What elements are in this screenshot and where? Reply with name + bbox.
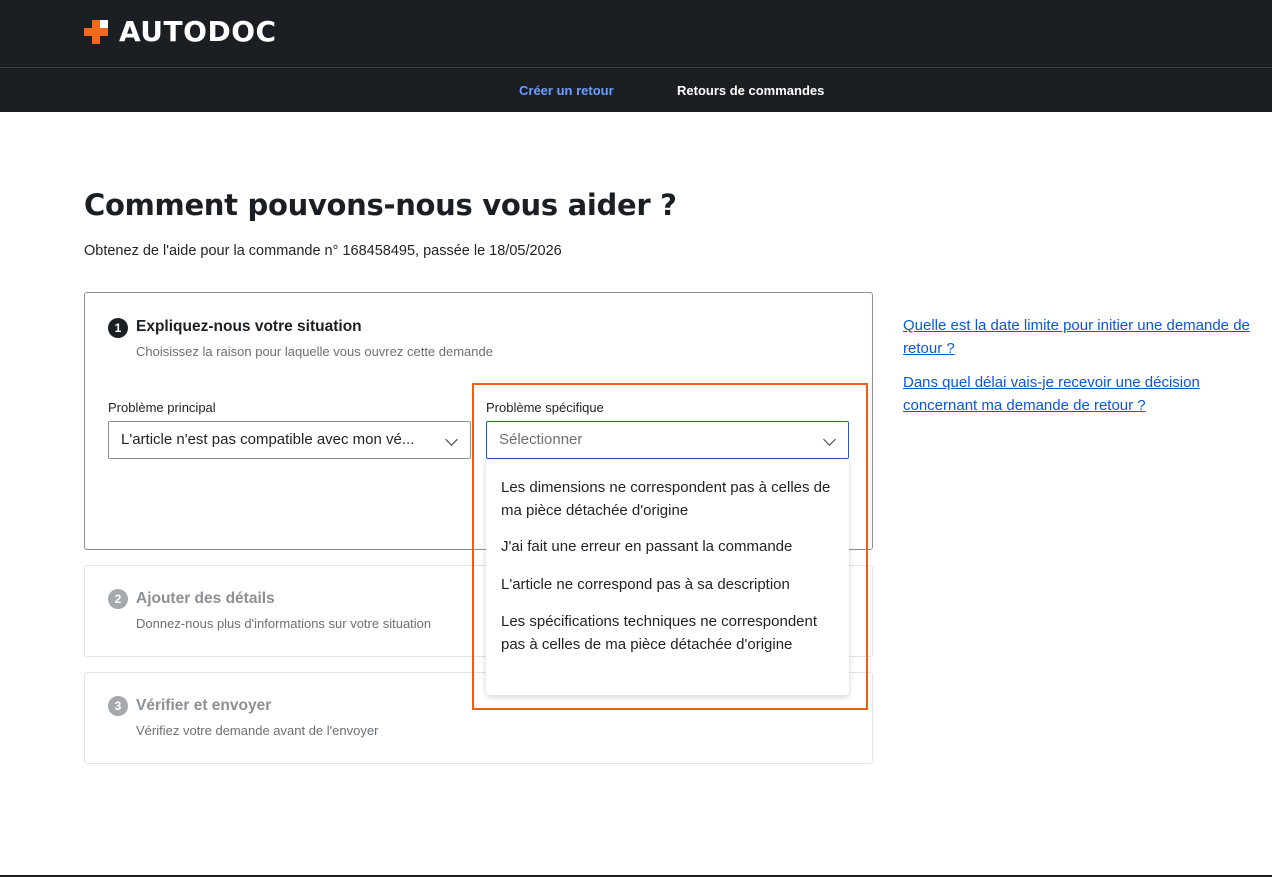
step-number-badge: 3 bbox=[108, 696, 128, 716]
faq-link-text: Quelle est la date limite pour initier u… bbox=[903, 317, 1250, 357]
step-title: Vérifier et envoyer bbox=[136, 697, 272, 714]
step-title: Ajouter des détails bbox=[136, 590, 275, 607]
step-description: Vérifiez votre demande avant de l'envoye… bbox=[136, 723, 379, 738]
step-description: Donnez-nous plus d'informations sur votr… bbox=[136, 616, 432, 631]
plus-cross-icon bbox=[84, 20, 108, 44]
step-title: Expliquez-nous votre situation bbox=[136, 318, 362, 335]
page-subtitle: Obtenez de l'aide pour la commande n° 16… bbox=[84, 243, 562, 259]
faq-link-text: Dans quel délai vais-je recevoir une déc… bbox=[903, 374, 1200, 414]
step-number-badge: 1 bbox=[108, 318, 128, 338]
main-problem-select[interactable]: L'article n'est pas compatible avec mon … bbox=[108, 421, 471, 459]
page-title: Comment pouvons-nous vous aider ? bbox=[84, 188, 677, 222]
nav-bar: Créer un retour Retours de commandes bbox=[0, 67, 1272, 112]
brand-name: AUTODOC bbox=[119, 15, 277, 48]
faq-link-decision-delay[interactable]: Dans quel délai vais-je recevoir une déc… bbox=[903, 371, 1233, 417]
top-header: AUTODOC bbox=[0, 0, 1272, 67]
tab-order-returns[interactable]: Retours de commandes bbox=[677, 83, 824, 99]
faq-link-return-deadline[interactable]: Quelle est la date limite pour initier u… bbox=[903, 314, 1272, 360]
tab-create-return[interactable]: Créer un retour bbox=[519, 83, 614, 99]
main-problem-label: Problème principal bbox=[108, 400, 216, 415]
step-number-badge: 2 bbox=[108, 589, 128, 609]
highlight-box bbox=[472, 383, 868, 710]
autodoc-logo[interactable]: AUTODOC bbox=[84, 16, 277, 48]
step-description: Choisissez la raison pour laquelle vous … bbox=[136, 344, 493, 359]
main-problem-value: L'article n'est pas compatible avec mon … bbox=[121, 431, 415, 448]
chevron-down-icon bbox=[445, 433, 458, 446]
